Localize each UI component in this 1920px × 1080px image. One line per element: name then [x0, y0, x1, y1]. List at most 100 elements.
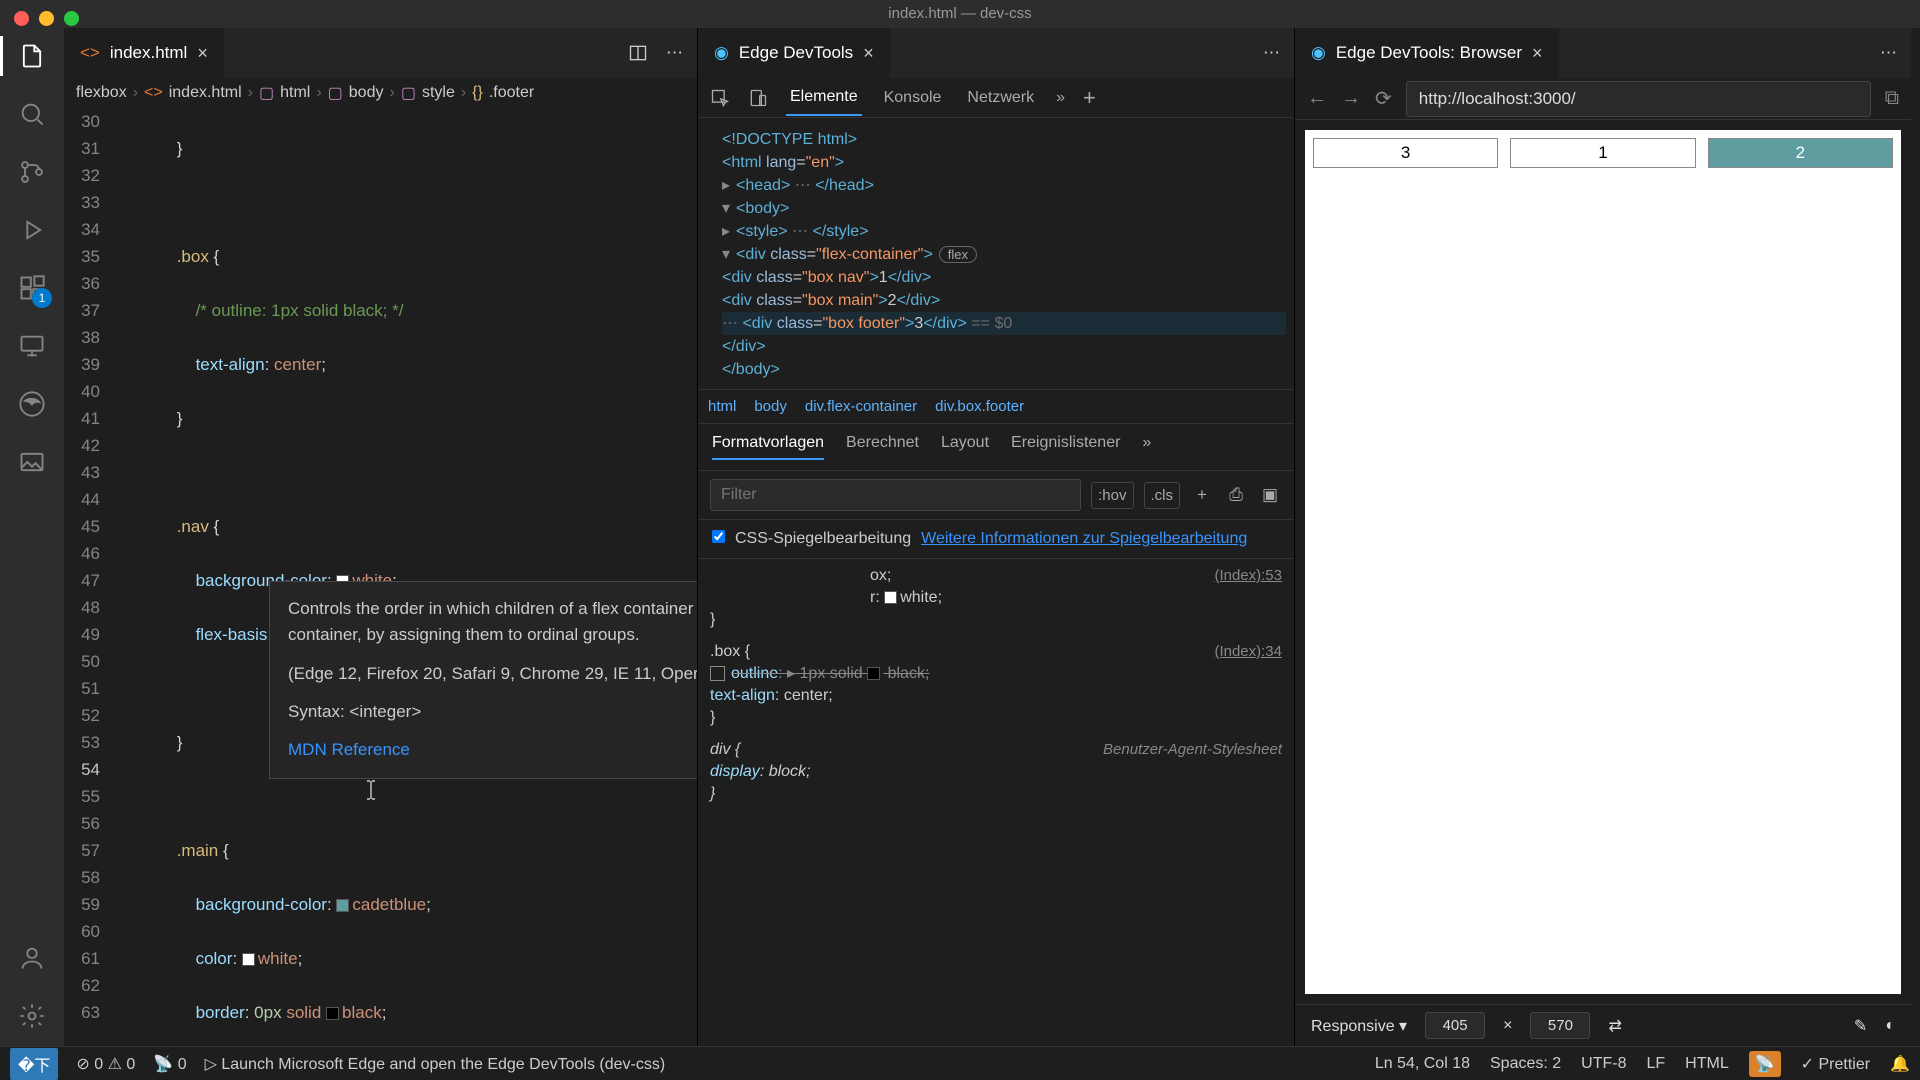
launch-edge-button[interactable]: ▷ Launch Microsoft Edge and open the Edg… [205, 1054, 666, 1074]
tab-elements[interactable]: Elemente [786, 80, 862, 116]
explorer-icon[interactable] [16, 40, 48, 72]
tab-index-html[interactable]: <> index.html × [64, 28, 225, 78]
minimize-window-icon[interactable] [39, 11, 54, 26]
indentation[interactable]: Spaces: 2 [1490, 1055, 1561, 1073]
more-tabs-icon[interactable]: » [1142, 434, 1151, 460]
styles-filter-row: :hov .cls + ⎙ ▣ [698, 471, 1294, 520]
reload-icon[interactable]: ⟳ [1375, 86, 1392, 111]
mdn-reference-link[interactable]: MDN Reference [288, 737, 697, 763]
maximize-window-icon[interactable] [64, 11, 79, 26]
height-input[interactable] [1530, 1012, 1590, 1039]
crumb-file[interactable]: index.html [169, 84, 242, 102]
url-input[interactable] [1406, 81, 1871, 117]
hov-button[interactable]: :hov [1091, 482, 1133, 509]
edge-tools-icon[interactable] [16, 388, 48, 420]
tab-browser[interactable]: ◉ Edge DevTools: Browser × [1295, 28, 1560, 78]
more-icon[interactable]: ⋯ [1880, 43, 1897, 63]
rotate-icon[interactable]: ⇄ [1608, 1016, 1621, 1036]
prettier-status[interactable]: ✓ Prettier [1801, 1054, 1870, 1074]
window-controls[interactable] [14, 11, 79, 26]
settings-icon[interactable]: ◐ [1885, 1017, 1895, 1035]
errors-count[interactable]: ⊘ 0 ⚠ 0 [76, 1054, 135, 1074]
language-mode[interactable]: HTML [1685, 1055, 1729, 1073]
flex-badge[interactable]: flex [939, 246, 977, 263]
tab-network[interactable]: Netzwerk [963, 81, 1038, 115]
eol[interactable]: LF [1646, 1055, 1665, 1073]
cls-button[interactable]: .cls [1144, 482, 1181, 509]
crumb-selector[interactable]: .footer [489, 84, 534, 102]
width-input[interactable] [1425, 1012, 1485, 1039]
search-icon[interactable] [16, 98, 48, 130]
crumb[interactable]: html [708, 398, 736, 415]
remote-indicator[interactable]: �下 [10, 1048, 58, 1080]
image-icon[interactable] [16, 446, 48, 478]
hover-description: Controls the order in which children of … [288, 596, 697, 649]
remote-icon[interactable] [16, 330, 48, 362]
ports-count[interactable]: 📡 0 [153, 1054, 186, 1074]
forward-icon[interactable]: → [1341, 87, 1361, 110]
print-icon[interactable]: ⎙ [1224, 485, 1248, 505]
more-tabs-icon[interactable]: » [1056, 89, 1065, 107]
crumb[interactable]: div.box.footer [935, 398, 1024, 415]
preview-box-3: 3 [1313, 138, 1498, 168]
close-window-icon[interactable] [14, 11, 29, 26]
preview-box-1: 1 [1510, 138, 1695, 168]
breadcrumb[interactable]: flexbox› <>index.html› ▢html› ▢body› ▢st… [64, 78, 697, 108]
source-link[interactable]: (Index):34 [1214, 641, 1282, 663]
close-icon[interactable]: × [863, 43, 874, 64]
source-link[interactable]: (Index):53 [1214, 565, 1282, 587]
split-editor-icon[interactable] [628, 43, 648, 63]
dom-breadcrumb[interactable]: html body div.flex-container div.box.foo… [698, 389, 1294, 424]
hover-tooltip: Controls the order in which children of … [269, 581, 697, 779]
hover-compat: (Edge 12, Firefox 20, Safari 9, Chrome 2… [288, 661, 697, 687]
screenshot-icon[interactable]: ✎ [1854, 1016, 1867, 1036]
subtab-layout[interactable]: Layout [941, 434, 989, 460]
code-content[interactable]: } .box { /* outline: 1px solid black; */… [120, 108, 697, 1046]
line-gutter: 3031323334353637383940414243444546474849… [64, 108, 120, 1046]
go-live-icon[interactable]: 📡 [1749, 1051, 1781, 1077]
rule-checkbox[interactable] [710, 666, 725, 681]
more-icon[interactable]: ⋯ [1263, 43, 1280, 63]
close-icon[interactable]: × [197, 43, 208, 64]
subtab-styles[interactable]: Formatvorlagen [712, 434, 824, 460]
box-model-icon[interactable]: ▣ [1258, 485, 1282, 505]
mirror-link[interactable]: Weitere Informationen zur Spiegelbearbei… [921, 530, 1247, 548]
source-control-icon[interactable] [16, 156, 48, 188]
activity-bar: 1 [0, 28, 64, 1046]
add-tab-icon[interactable]: + [1083, 85, 1096, 111]
external-icon[interactable]: ⧉ [1885, 87, 1899, 110]
run-debug-icon[interactable] [16, 214, 48, 246]
notifications-icon[interactable]: 🔔 [1890, 1054, 1910, 1074]
subtab-computed[interactable]: Berechnet [846, 434, 919, 460]
back-icon[interactable]: ← [1307, 87, 1327, 110]
crumb[interactable]: div.flex-container [805, 398, 917, 415]
styles-pane[interactable]: (Index):53 ox; r: white; } (Index):34 .b… [698, 559, 1294, 1046]
tab-console[interactable]: Konsole [880, 81, 946, 115]
gear-icon[interactable] [16, 1000, 48, 1032]
mirror-checkbox[interactable] [712, 530, 725, 543]
tab-label: Edge DevTools [739, 43, 853, 63]
filter-input[interactable] [710, 479, 1081, 511]
crumb-html[interactable]: html [280, 84, 310, 102]
responsive-dropdown[interactable]: Responsive ▾ [1311, 1016, 1407, 1036]
encoding[interactable]: UTF-8 [1581, 1055, 1626, 1073]
more-icon[interactable]: ⋯ [666, 43, 683, 63]
add-rule-icon[interactable]: + [1190, 485, 1214, 505]
subtab-event[interactable]: Ereignislistener [1011, 434, 1120, 460]
dom-tree[interactable]: <!DOCTYPE html> <html lang="en"> ▸<head>… [698, 118, 1294, 389]
close-icon[interactable]: × [1532, 43, 1543, 64]
crumb[interactable]: body [754, 398, 787, 415]
inspect-icon[interactable] [710, 88, 730, 108]
device-icon[interactable] [748, 88, 768, 108]
crumb-body[interactable]: body [349, 84, 384, 102]
code-editor[interactable]: 3031323334353637383940414243444546474849… [64, 108, 697, 1046]
browser-viewport[interactable]: 3 1 2 [1305, 130, 1901, 994]
tab-devtools[interactable]: ◉ Edge DevTools × [698, 28, 891, 78]
responsive-bar: Responsive ▾ × ⇄ ✎ ◐ [1295, 1004, 1911, 1046]
mirror-editing-row: CSS-Spiegelbearbeitung Weitere Informati… [698, 520, 1294, 559]
cursor-position[interactable]: Ln 54, Col 18 [1375, 1055, 1470, 1073]
crumb-folder[interactable]: flexbox [76, 84, 127, 102]
extensions-icon[interactable]: 1 [16, 272, 48, 304]
crumb-style[interactable]: style [422, 84, 455, 102]
account-icon[interactable] [16, 942, 48, 974]
